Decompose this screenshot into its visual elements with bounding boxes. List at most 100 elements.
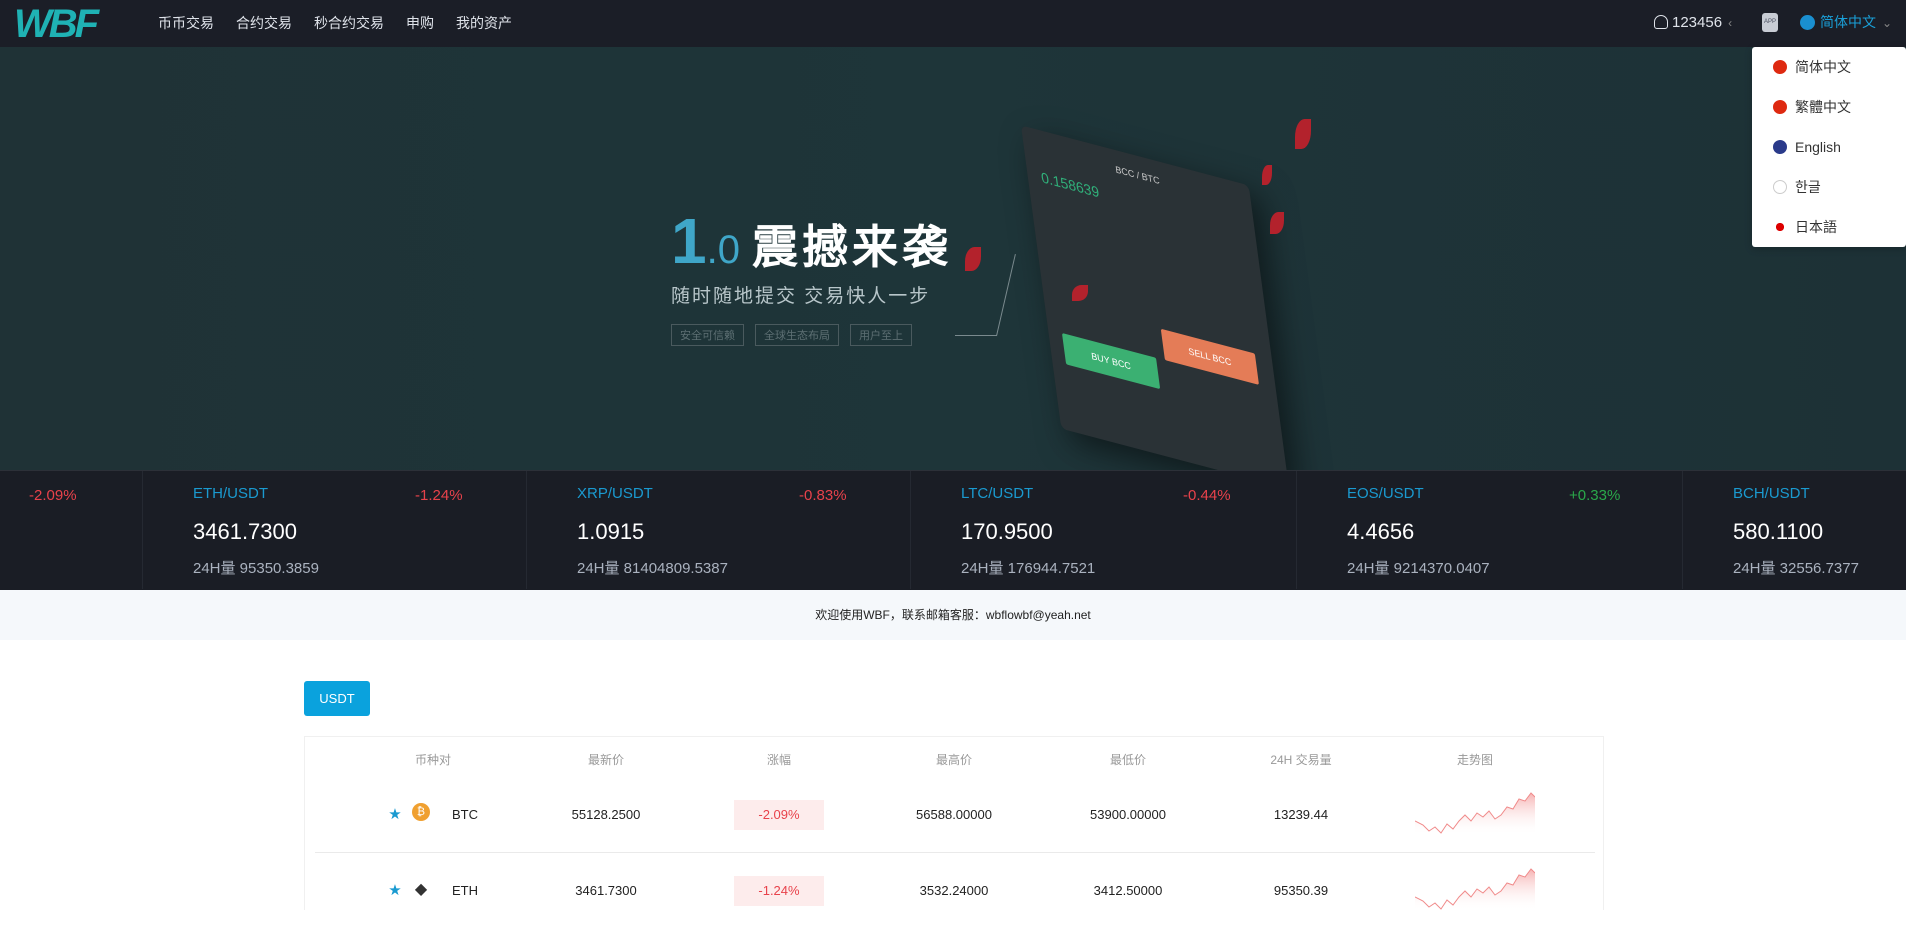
ticker-volume: 24H量 176944.7521 — [961, 560, 1096, 577]
ticker-volume: 24H量 9214370.0407 — [1347, 560, 1490, 577]
chevron-left-icon: ‹ — [1728, 16, 1733, 30]
ticker-pair: EOS/USDT — [1347, 485, 1424, 502]
bitcoin-icon: ₿ — [412, 803, 430, 821]
ticker-change: -0.44% — [1183, 487, 1231, 504]
high-price: 56588.00000 — [916, 807, 992, 822]
petal-decoration — [1262, 165, 1272, 185]
language-selector[interactable]: 简体中文 ⌄ — [1800, 0, 1892, 46]
ticker-pair: LTC/USDT — [961, 485, 1034, 502]
change-badge: -2.09% — [734, 800, 824, 830]
ticker-item[interactable]: ETH/USDT -1.24% 3461.7300 24H量 95350.385… — [142, 471, 526, 589]
ticker-item[interactable]: LTC/USDT -0.44% 170.9500 24H量 176944.752… — [910, 471, 1296, 589]
ticker-price: 4.4656 — [1347, 519, 1415, 544]
phone-sell-button: SELL BCC — [1160, 328, 1260, 385]
ticker-volume: 24H量 32556.7377 — [1733, 560, 1859, 577]
column-header: 24H 交易量 — [1270, 753, 1332, 767]
high-price: 3532.24000 — [919, 883, 989, 898]
logo[interactable]: WBF — [14, 4, 99, 44]
notice-bar: 欢迎使用WBF，联系邮箱客服：wbflowbf@yeah.net — [0, 590, 1906, 640]
globe-icon — [1800, 15, 1815, 30]
menu-second-contract[interactable]: 秒合约交易 — [314, 0, 384, 47]
change-badge: -1.24% — [734, 876, 824, 906]
table-row[interactable]: ★ ₿ BTC 55128.2500 -2.09% 56588.00000 53… — [315, 777, 1595, 853]
ticker-item[interactable]: BCH/USDT 580.1100 24H量 32556.7377 — [1682, 471, 1906, 589]
flag-jp-icon — [1773, 220, 1787, 234]
ticker-pair: BCH/USDT — [1733, 485, 1810, 502]
flag-uk-icon — [1773, 140, 1787, 154]
column-header: 走势图 — [1456, 753, 1494, 767]
ticker-item[interactable]: XRP/USDT -0.83% 1.0915 24H量 81404809.538… — [526, 471, 910, 589]
market-table: 币种对 最新价 涨幅 最高价 最低价 24H 交易量 走势图 ★ ₿ BTC 55128.2… — [304, 736, 1604, 911]
favorite-star-icon[interactable]: ★ — [388, 805, 401, 823]
app-download-icon[interactable]: APP — [1762, 13, 1778, 32]
latest-price: 55128.2500 — [571, 807, 641, 822]
current-language: 简体中文 — [1820, 14, 1876, 30]
ticker-price: 580.1100 — [1733, 519, 1824, 544]
ticker-item[interactable]: EOS/USDT +0.33% 4.4656 24H量 9214370.0407 — [1296, 471, 1682, 589]
banner-tag: 用户至上 — [850, 324, 912, 346]
ticker-pair: ETH/USDT — [193, 485, 268, 502]
user-menu[interactable]: 123456 ‹ — [1654, 0, 1732, 46]
ticker-volume: 24H量 95350.3859 — [193, 560, 319, 577]
banner-tag: 全球生态布局 — [755, 324, 839, 346]
hero-banner[interactable]: 1.0 震撼来袭 随时随地提交 交易快人一步 安全可信赖 全球生态布局 用户至上 … — [0, 47, 1906, 502]
username: 123456 — [1672, 14, 1723, 31]
menu-subscribe[interactable]: 申购 — [406, 0, 434, 47]
ticker-change: +0.33% — [1569, 487, 1621, 504]
menu-spot-trading[interactable]: 币币交易 — [158, 0, 214, 47]
banner-version-one: 1 — [671, 205, 707, 277]
coin-name: ETH — [452, 883, 478, 898]
banner-tag: 安全可信赖 — [671, 324, 744, 346]
coin-name: BTC — [452, 807, 478, 822]
sparkline-chart — [1415, 792, 1535, 835]
menu-my-assets[interactable]: 我的资产 — [456, 0, 512, 47]
language-option[interactable]: 한글 — [1752, 167, 1906, 207]
petal-decoration — [965, 247, 981, 271]
language-label: 한글 — [1795, 179, 1821, 195]
menu-contract-trading[interactable]: 合约交易 — [236, 0, 292, 47]
ticker-price: 1.0915 — [577, 519, 645, 544]
low-price: 3412.50000 — [1093, 883, 1163, 898]
ticker-change: -1.24% — [415, 487, 463, 504]
language-option[interactable]: 简体中文 — [1752, 47, 1906, 87]
table-row[interactable]: ★ ◆ ETH 3461.7300 -1.24% 3532.24000 3412… — [315, 853, 1595, 929]
language-label: 繁體中文 — [1795, 99, 1851, 115]
ticker-price: 170.9500 — [961, 519, 1053, 544]
banner-tags: 安全可信赖 全球生态布局 用户至上 — [671, 324, 912, 346]
latest-price: 3461.7300 — [575, 883, 637, 898]
chevron-down-icon: ⌄ — [1882, 16, 1893, 30]
flag-cn-icon — [1773, 60, 1787, 74]
column-header: 币种对 — [414, 753, 452, 767]
ticker-volume: 24H量 81404809.5387 — [577, 560, 728, 577]
language-label: 日本語 — [1795, 219, 1837, 235]
petal-decoration — [1295, 119, 1311, 149]
flag-cn-icon — [1773, 100, 1787, 114]
top-nav: WBF 币币交易 合约交易 秒合约交易 申购 我的资产 123456 ‹ APP … — [0, 0, 1906, 47]
banner-headline: 震撼来袭 — [751, 221, 952, 273]
banner-subtitle: 随时随地提交 交易快人一步 — [671, 286, 931, 307]
column-header: 最高价 — [935, 753, 973, 767]
phone-mockup: BCC / BTC 0.158639 SELL BCC BUY BCC — [1020, 125, 1290, 489]
ticker-bar: -2.09% ETH/USDT -1.24% 3461.7300 24H量 95… — [0, 470, 1906, 590]
sparkline-chart — [1415, 868, 1535, 911]
ticker-item[interactable]: -2.09% — [0, 471, 142, 589]
column-header: 涨幅 — [766, 753, 792, 767]
language-option[interactable]: English — [1752, 127, 1906, 167]
column-header: 最新价 — [587, 753, 625, 767]
banner-version-decimal: .0 — [706, 228, 740, 272]
volume-24h: 13239.44 — [1273, 807, 1329, 822]
low-price: 53900.00000 — [1090, 807, 1166, 822]
ticker-price: 3461.7300 — [193, 519, 297, 544]
language-option[interactable]: 日本語 — [1752, 207, 1906, 247]
ticker-change: -2.09% — [29, 487, 77, 504]
ethereum-icon: ◆ — [414, 881, 428, 898]
main-menu: 币币交易 合约交易 秒合约交易 申购 我的资产 — [158, 0, 534, 47]
language-option[interactable]: 繁體中文 — [1752, 87, 1906, 127]
column-header: 最低价 — [1109, 753, 1147, 767]
favorite-star-icon[interactable]: ★ — [388, 881, 401, 899]
ticker-pair: XRP/USDT — [577, 485, 653, 502]
volume-24h: 95350.39 — [1273, 883, 1329, 898]
connector-line — [955, 335, 997, 336]
language-label: English — [1795, 139, 1841, 155]
tab-usdt[interactable]: USDT — [304, 681, 370, 716]
